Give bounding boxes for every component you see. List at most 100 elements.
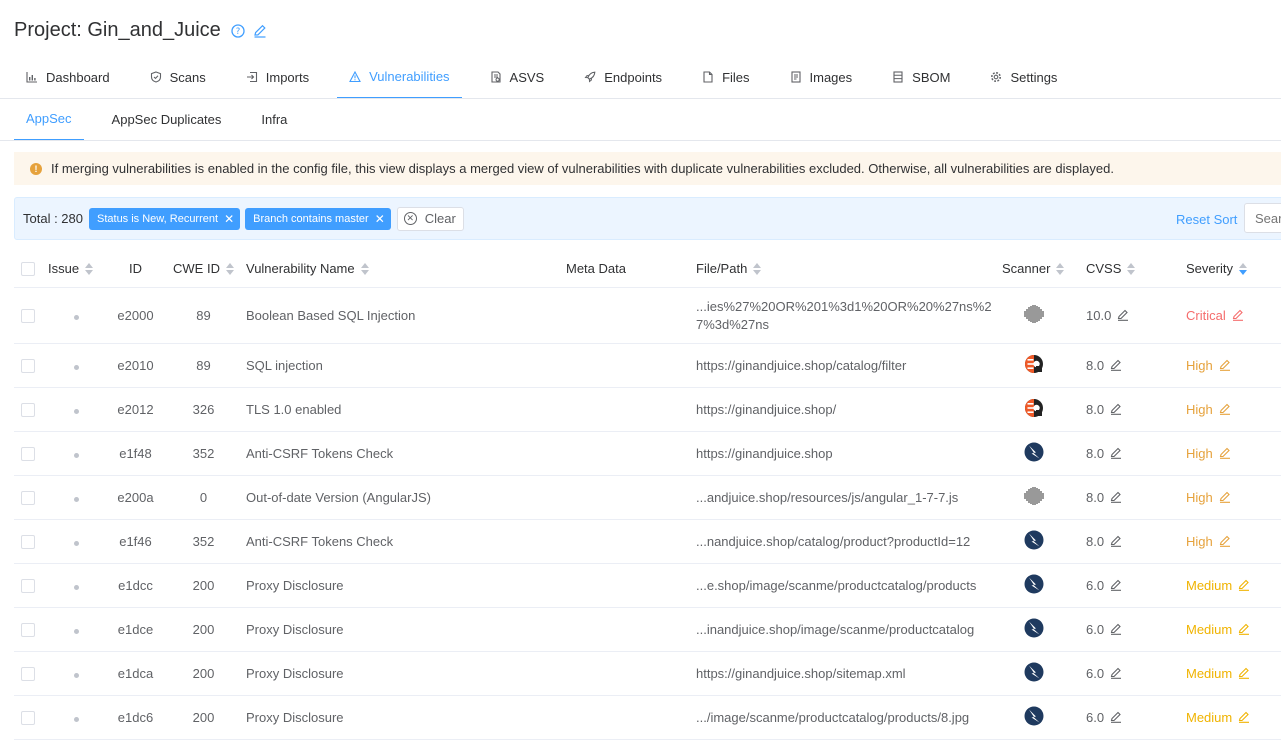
- row-vulnerability-name[interactable]: TLS 1.0 enabled: [246, 387, 566, 432]
- edit-cvss-icon[interactable]: [1110, 579, 1122, 594]
- edit-cvss-icon[interactable]: [1110, 623, 1122, 638]
- row-vulnerability-name[interactable]: Proxy Disclosure: [246, 563, 566, 608]
- row-id[interactable]: e200a: [110, 475, 161, 520]
- row-vulnerability-name[interactable]: Anti-CSRF Tokens Check: [246, 431, 566, 476]
- edit-severity-icon[interactable]: [1219, 535, 1231, 550]
- table-row[interactable]: e1f46 352 Anti-CSRF Tokens Check ...nandjui…: [14, 519, 1281, 564]
- tab-imports[interactable]: Imports: [234, 56, 321, 98]
- row-checkbox[interactable]: [21, 490, 35, 505]
- edit-severity-icon[interactable]: [1219, 403, 1231, 418]
- row-id[interactable]: e1dca: [110, 651, 161, 696]
- close-icon[interactable]: ✕: [375, 208, 385, 230]
- tab-vulnerabilities[interactable]: Vulnerabilities: [337, 56, 462, 99]
- subtab-appsec[interactable]: AppSec: [14, 99, 84, 141]
- tab-scans[interactable]: Scans: [138, 56, 218, 98]
- filter-chip-branch[interactable]: Branch contains master ✕: [245, 207, 391, 230]
- row-vulnerability-name[interactable]: Proxy Disclosure: [246, 607, 566, 652]
- row-id[interactable]: e1dce: [110, 607, 161, 652]
- search-input[interactable]: [1244, 203, 1281, 233]
- subtab-infra[interactable]: Infra: [249, 99, 299, 141]
- tab-dashboard[interactable]: Dashboard: [14, 56, 122, 98]
- col-file-path[interactable]: File/Path: [696, 250, 1002, 288]
- tab-images[interactable]: Images: [778, 56, 865, 98]
- edit-severity-icon[interactable]: [1219, 491, 1231, 506]
- edit-severity-icon[interactable]: [1238, 667, 1250, 682]
- table-row[interactable]: e1dcc 200 Proxy Disclosure ...e.shop/image/…: [14, 563, 1281, 608]
- row-vulnerability-name[interactable]: Anti-CSRF Tokens Check: [246, 519, 566, 564]
- reset-sort-link[interactable]: Reset Sort: [1176, 212, 1237, 227]
- sort-icon[interactable]: [1238, 263, 1247, 276]
- row-vulnerability-name[interactable]: Proxy Disclosure: [246, 695, 566, 740]
- row-checkbox[interactable]: [21, 402, 35, 417]
- row-id[interactable]: e2010: [110, 343, 161, 388]
- close-icon[interactable]: ✕: [224, 208, 234, 230]
- row-id[interactable]: e1dc6: [110, 695, 161, 740]
- edit-cvss-icon[interactable]: [1110, 667, 1122, 682]
- col-cwe-id[interactable]: CWE ID: [161, 250, 246, 288]
- row-checkbox[interactable]: [21, 446, 35, 461]
- table-row[interactable]: e1dca 200 Proxy Disclosure https://ginandju…: [14, 651, 1281, 696]
- row-checkbox[interactable]: [21, 578, 35, 593]
- edit-cvss-icon[interactable]: [1110, 403, 1122, 418]
- row-id[interactable]: e2012: [110, 387, 161, 432]
- row-vulnerability-name[interactable]: Boolean Based SQL Injection: [246, 287, 566, 344]
- table-row[interactable]: e2000 89 Boolean Based SQL Injection ...ies…: [14, 287, 1281, 344]
- row-vulnerability-name[interactable]: SQL injection: [246, 343, 566, 388]
- tab-files[interactable]: Files: [690, 56, 761, 98]
- col-issue[interactable]: Issue: [48, 250, 110, 288]
- row-id[interactable]: e2000: [110, 287, 161, 344]
- row-vulnerability-name[interactable]: Proxy Disclosure: [246, 651, 566, 696]
- edit-severity-icon[interactable]: [1219, 447, 1231, 462]
- tab-endpoints[interactable]: Endpoints: [572, 56, 674, 98]
- sort-icon[interactable]: [1127, 263, 1136, 276]
- clear-filters-button[interactable]: ✕ Clear: [396, 206, 464, 231]
- edit-cvss-icon[interactable]: [1110, 447, 1122, 462]
- table-row[interactable]: e2010 89 SQL injection https://ginandjuice.…: [14, 343, 1281, 388]
- row-cvss: 6.0: [1086, 665, 1105, 681]
- row-checkbox[interactable]: [21, 308, 35, 323]
- row-checkbox[interactable]: [21, 710, 35, 725]
- help-icon[interactable]: ?: [231, 23, 245, 38]
- edit-severity-icon[interactable]: [1238, 711, 1250, 726]
- col-vulnerability-name[interactable]: Vulnerability Name: [246, 250, 566, 288]
- edit-severity-icon[interactable]: [1238, 623, 1250, 638]
- table-row[interactable]: e1dc6 200 Proxy Disclosure .../image/scanme…: [14, 695, 1281, 740]
- table-row[interactable]: e2012 326 TLS 1.0 enabled https://ginandjui…: [14, 387, 1281, 432]
- select-all-checkbox[interactable]: [21, 261, 35, 276]
- edit-cvss-icon[interactable]: [1110, 491, 1122, 506]
- filter-chip-status[interactable]: Status is New, Recurrent ✕: [89, 207, 241, 230]
- row-id[interactable]: e1f46: [110, 519, 161, 564]
- sort-icon[interactable]: [85, 263, 94, 276]
- table-row[interactable]: e1dce 200 Proxy Disclosure ...inandjuice.sh…: [14, 607, 1281, 652]
- col-scanner[interactable]: Scanner: [1002, 250, 1086, 288]
- edit-severity-icon[interactable]: [1238, 579, 1250, 594]
- col-cvss[interactable]: CVSS: [1086, 250, 1186, 288]
- row-id[interactable]: e1dcc: [110, 563, 161, 608]
- edit-cvss-icon[interactable]: [1110, 535, 1122, 550]
- tab-settings[interactable]: Settings: [978, 56, 1069, 98]
- sort-icon[interactable]: [225, 263, 234, 276]
- edit-cvss-icon[interactable]: [1110, 359, 1122, 374]
- shield-icon: [150, 71, 170, 83]
- edit-cvss-icon[interactable]: [1110, 711, 1122, 726]
- row-checkbox[interactable]: [21, 622, 35, 637]
- edit-cvss-icon[interactable]: [1117, 309, 1129, 324]
- row-checkbox[interactable]: [21, 666, 35, 681]
- edit-title-icon[interactable]: [253, 24, 267, 38]
- sort-icon[interactable]: [360, 263, 369, 276]
- table-row[interactable]: e200a 0 Out-of-date Version (AngularJS)...…: [14, 475, 1281, 520]
- row-vulnerability-name[interactable]: Out-of-date Version (AngularJS): [246, 475, 566, 520]
- col-severity[interactable]: Severity: [1186, 250, 1281, 288]
- row-checkbox[interactable]: [21, 358, 35, 373]
- sort-icon[interactable]: [1056, 263, 1065, 276]
- subtab-appsec-duplicates[interactable]: AppSec Duplicates: [100, 99, 234, 141]
- tab-asvs[interactable]: ASVS: [478, 56, 557, 98]
- row-checkbox[interactable]: [21, 534, 35, 549]
- sort-icon[interactable]: [753, 263, 762, 276]
- edit-severity-icon[interactable]: [1232, 309, 1244, 324]
- table-row[interactable]: e1f48 352 Anti-CSRF Tokens Check https://gi…: [14, 431, 1281, 476]
- row-meta-data: [566, 387, 696, 432]
- row-id[interactable]: e1f48: [110, 431, 161, 476]
- tab-sbom[interactable]: SBOM: [880, 56, 962, 98]
- edit-severity-icon[interactable]: [1219, 359, 1231, 374]
